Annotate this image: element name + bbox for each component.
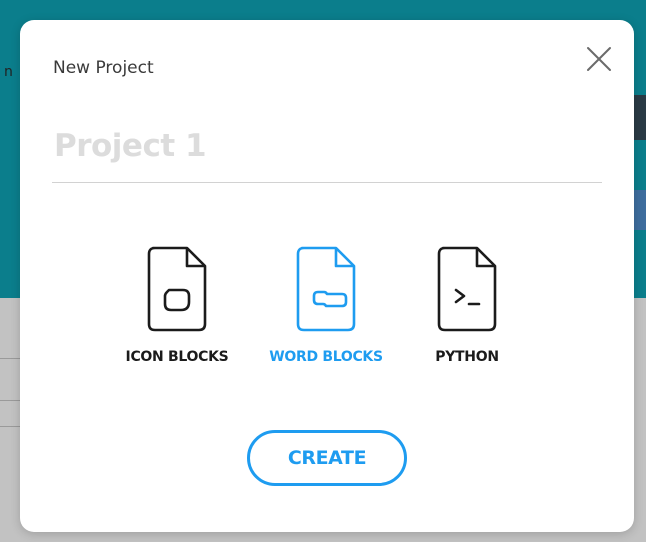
project-type-label: PYTHON (435, 349, 499, 365)
project-type-python[interactable]: PYTHON (377, 244, 557, 374)
project-name-input[interactable] (52, 122, 602, 170)
background-panel-fragment (632, 95, 646, 140)
new-project-dialog: New Project ICON BLOCKS WORD BLOCKS (20, 20, 634, 532)
background-divider (0, 426, 20, 427)
python-file-icon (431, 244, 503, 336)
close-button[interactable] (582, 42, 616, 76)
dialog-title: New Project (53, 58, 154, 78)
background-panel-fragment (632, 190, 646, 230)
background-divider (0, 400, 20, 401)
project-name-underline (52, 182, 602, 183)
icon-blocks-file-icon (141, 244, 213, 336)
background-divider (0, 358, 20, 359)
close-icon (587, 47, 611, 71)
word-blocks-file-icon (290, 244, 362, 336)
create-button[interactable]: CREATE (247, 430, 407, 486)
background-text-fragment: n (4, 64, 13, 80)
